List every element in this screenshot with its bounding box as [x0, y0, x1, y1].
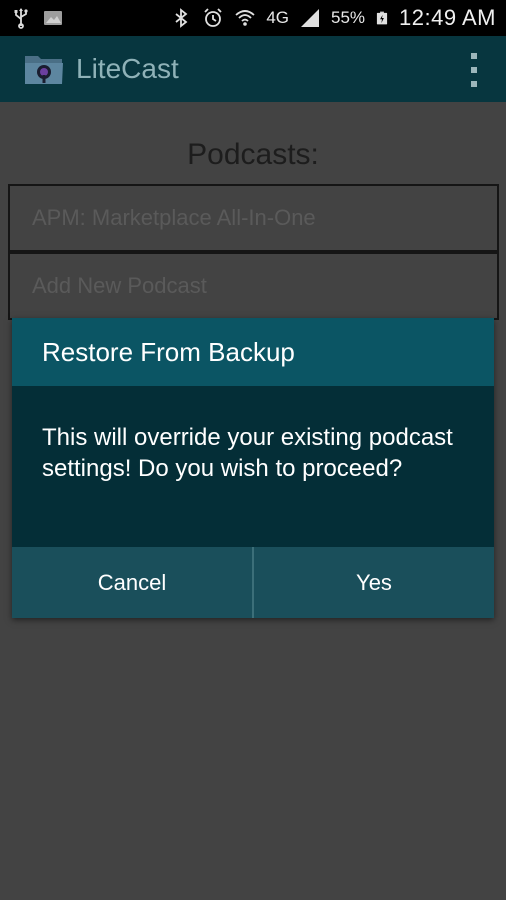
alarm-icon	[204, 8, 222, 27]
dialog-message: This will override your existing podcast…	[42, 424, 453, 482]
overflow-menu-icon[interactable]	[468, 53, 480, 87]
dialog-button-bar: Cancel Yes	[12, 547, 494, 618]
network-label: 4G	[266, 8, 290, 27]
status-right: 4G 55% 12:49 AM	[170, 5, 496, 31]
app-title: LiteCast	[76, 53, 179, 84]
usb-icon	[14, 8, 28, 29]
status-left	[10, 7, 64, 29]
app-logo-icon	[25, 56, 63, 84]
battery-icon	[376, 11, 388, 25]
battery-percent: 55%	[331, 8, 366, 27]
action-bar: LiteCast	[0, 36, 506, 102]
status-bar: 4G 55% 12:49 AM	[0, 0, 506, 36]
cancel-button[interactable]: Cancel	[12, 547, 252, 618]
signal-icon	[301, 9, 320, 27]
wifi-icon	[235, 10, 255, 26]
image-icon	[44, 11, 62, 25]
restore-dialog: Restore From Backup This will override y…	[12, 318, 494, 618]
podcast-item[interactable]: APM: Marketplace All-In-One	[8, 184, 499, 252]
page-title: Podcasts:	[187, 138, 319, 171]
yes-button[interactable]: Yes	[254, 547, 494, 618]
add-podcast-button[interactable]: Add New Podcast	[8, 252, 499, 320]
bluetooth-icon	[175, 8, 188, 28]
dialog-title: Restore From Backup	[12, 318, 494, 386]
clock: 12:49 AM	[399, 5, 496, 30]
